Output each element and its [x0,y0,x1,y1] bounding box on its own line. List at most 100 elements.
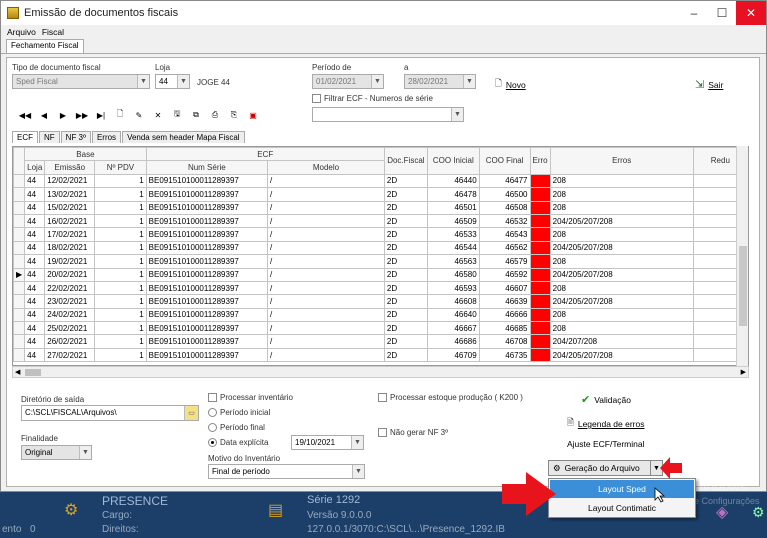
scroll-right-icon[interactable]: ▶ [741,368,746,376]
loja-value: 44 [159,77,168,86]
next-page-icon[interactable]: ▶▶ [76,109,88,121]
tab-fechamento-fiscal[interactable]: Fechamento Fiscal [6,39,84,53]
table-row[interactable]: 44 13/02/2021 1 BE091510100011289397/2D 4647… [13,187,748,202]
edit-record-icon[interactable]: ✎ [133,109,145,121]
cell-coo-final: 46735 [478,347,531,363]
table-row[interactable]: ▶ 44 20/02/2021 1 BE091510100011289397/2D 465… [13,267,748,282]
scroll-thumb[interactable] [739,246,747,326]
col-modelo[interactable]: Modelo [267,160,385,175]
prior-record-icon[interactable]: ◀ [38,109,50,121]
menu-arquivo[interactable]: Arquivo [7,27,36,37]
novo-button[interactable]: 🗋 Novo [495,78,526,92]
table-row[interactable]: 44 22/02/2021 1 BE091510100011289397/2D 4659… [13,280,748,296]
cell-npdv: 1 [94,334,147,349]
periodo-inicial-radio[interactable]: Período inicial [208,408,270,418]
finalidade-select[interactable]: Original ▼ [21,445,92,460]
table-row[interactable]: 44 27/02/2021 1 BE091510100011289397/2D 4670… [13,347,748,363]
grid-horizontal-scrollbar[interactable]: ◀ ▶ [12,366,749,378]
filtrar-ecf-select[interactable]: ▼ [312,107,464,122]
tab-ecf[interactable]: ECF [12,131,38,143]
delete-record-icon[interactable]: ✕ [152,109,164,121]
exit-icon: ⇲ [695,79,705,91]
geracao-arquivo-button[interactable]: ⚙ Geração do Arquivo ▼ [548,460,663,476]
grid-vertical-scrollbar[interactable] [736,146,748,366]
cell-num-serie: BE091510100011289397 [145,173,269,189]
red-arrow-annotation-small [660,457,682,479]
save-record-icon[interactable]: 🖫 [171,109,183,121]
cell-coo-final: 46543 [478,227,531,242]
motivo-select[interactable]: Final de período ▼ [208,464,365,479]
table-row[interactable]: 44 24/02/2021 1 BE091510100011289397/2D 4664… [13,307,748,323]
legenda-erros-button[interactable]: 🗎 Legenda de erros [567,417,644,431]
cell-modelo: / [267,173,385,189]
tab-nf[interactable]: NF [39,131,60,143]
nao-gerar-nf3-checkbox[interactable]: Não gerar NF 3º [378,428,448,438]
col-coo-final[interactable]: COO Final [478,147,531,175]
data-explicita-field[interactable]: 19/10/2021 ▼ [291,435,364,450]
menu-item-layout-sped[interactable]: Layout Sped [550,480,694,498]
col-coo-inicial[interactable]: COO Inicial [426,147,480,175]
table-row[interactable]: 44 17/02/2021 1 BE091510100011289397/2D 4653… [13,227,748,242]
table-row[interactable]: 44 12/02/2021 1 BE091510100011289397/2D 4644… [13,173,748,189]
last-record-icon[interactable]: ▶| [95,109,107,121]
col-num-serie[interactable]: Num Série [145,160,269,175]
row-indicator: ▶ [13,267,26,282]
scroll-left-icon[interactable]: ◀ [15,368,20,376]
print-preview-icon[interactable]: ⎘ [228,109,240,121]
data-explicita-radio[interactable]: Data explícita [208,438,268,448]
folder-icon[interactable]: ▭ [184,406,198,420]
table-row[interactable]: 44 15/02/2021 1 BE091510100011289397/2D 4650… [13,200,748,215]
tipo-select[interactable]: Sped Fiscal ▼ [12,74,150,89]
next-record-icon[interactable]: ▶ [57,109,69,121]
table-row[interactable]: 44 23/02/2021 1 BE091510100011289397/2D 4660… [13,294,748,309]
maximize-button[interactable]: ☐ [708,1,736,25]
table-row[interactable]: 44 19/02/2021 1 BE091510100011289397/2D 4656… [13,254,748,269]
ecf-grid[interactable]: Base ECF Doc.Fiscal COO Inicial COO Fina… [12,146,749,366]
periodo-ate-field[interactable]: 28/02/2021 ▼ [404,74,476,89]
menu-fiscal[interactable]: Fiscal [42,27,64,37]
cell-erro-indicator [529,347,551,363]
tab-nf3[interactable]: NF 3º [60,131,91,143]
ajuste-label: Ajuste ECF/Terminal [567,439,645,449]
new-record-icon[interactable]: 🗋 [114,109,126,121]
cell-coo-inicial: 46509 [426,213,480,229]
cell-loja: 44 [24,280,46,296]
periodo-de-field[interactable]: 01/02/2021 ▼ [312,74,384,89]
first-record-icon[interactable]: ◀◀ [19,109,31,121]
tab-venda-sem-header[interactable]: Venda sem header Mapa Fiscal [122,131,245,143]
ajuste-ecf-button[interactable]: Ajuste ECF/Terminal [567,439,644,449]
minimize-button[interactable]: – [680,1,708,25]
col-npdv[interactable]: Nº PDV [94,160,147,175]
cell-doc-fiscal: 2D [383,254,428,269]
main-panel: Tipo de documento fiscal Sped Fiscal ▼ L… [6,57,760,487]
processar-inventario-checkbox[interactable]: Processar inventário [208,393,293,403]
diretorio-input[interactable]: C:\SCL\FISCAL\Arquivos\ ▭ [21,405,199,421]
col-erro[interactable]: Erro [529,147,551,175]
validacao-button[interactable]: ✔ Validação [581,393,631,406]
tipo-value: Sped Fiscal [16,77,58,86]
periodo-final-radio[interactable]: Período final [208,423,265,433]
table-row[interactable]: 44 25/02/2021 1 BE091510100011289397/2D 4666… [13,321,748,336]
close-button[interactable]: ✕ [736,1,766,25]
print-icon[interactable]: ⎙ [209,109,221,121]
menu-item-layout-contimatic[interactable]: Layout Contimatic [549,499,695,517]
cell-num-serie: BE091510100011289397 [145,307,269,323]
table-row[interactable]: 44 26/02/2021 1 BE091510100011289397/2D 4668… [13,334,748,349]
copy-record-icon[interactable]: ⧉ [190,109,202,121]
col-emissao[interactable]: Emissão [44,160,96,175]
col-erros[interactable]: Erros [549,147,694,175]
sair-button[interactable]: ⇲ Sair [695,78,723,91]
col-loja[interactable]: Loja [24,160,46,175]
processar-estoque-checkbox[interactable]: Processar estoque produção ( K200 ) [378,393,523,403]
cell-npdv: 1 [94,321,147,336]
filtrar-ecf-checkbox[interactable]: Filtrar ECF - Numeros de série [312,94,433,104]
export-icon[interactable]: ▣ [247,109,259,121]
scroll-thumb[interactable] [25,369,41,376]
tab-erros[interactable]: Erros [91,131,122,143]
cell-erro-indicator [529,267,551,282]
loja-select[interactable]: 44 ▼ [155,74,190,89]
cell-num-serie: BE091510100011289397 [145,280,269,296]
col-doc-fiscal[interactable]: Doc.Fiscal [383,147,428,175]
table-row[interactable]: 44 16/02/2021 1 BE091510100011289397/2D 4650… [13,213,748,229]
table-row[interactable]: 44 18/02/2021 1 BE091510100011289397/2D 4654… [13,240,748,256]
